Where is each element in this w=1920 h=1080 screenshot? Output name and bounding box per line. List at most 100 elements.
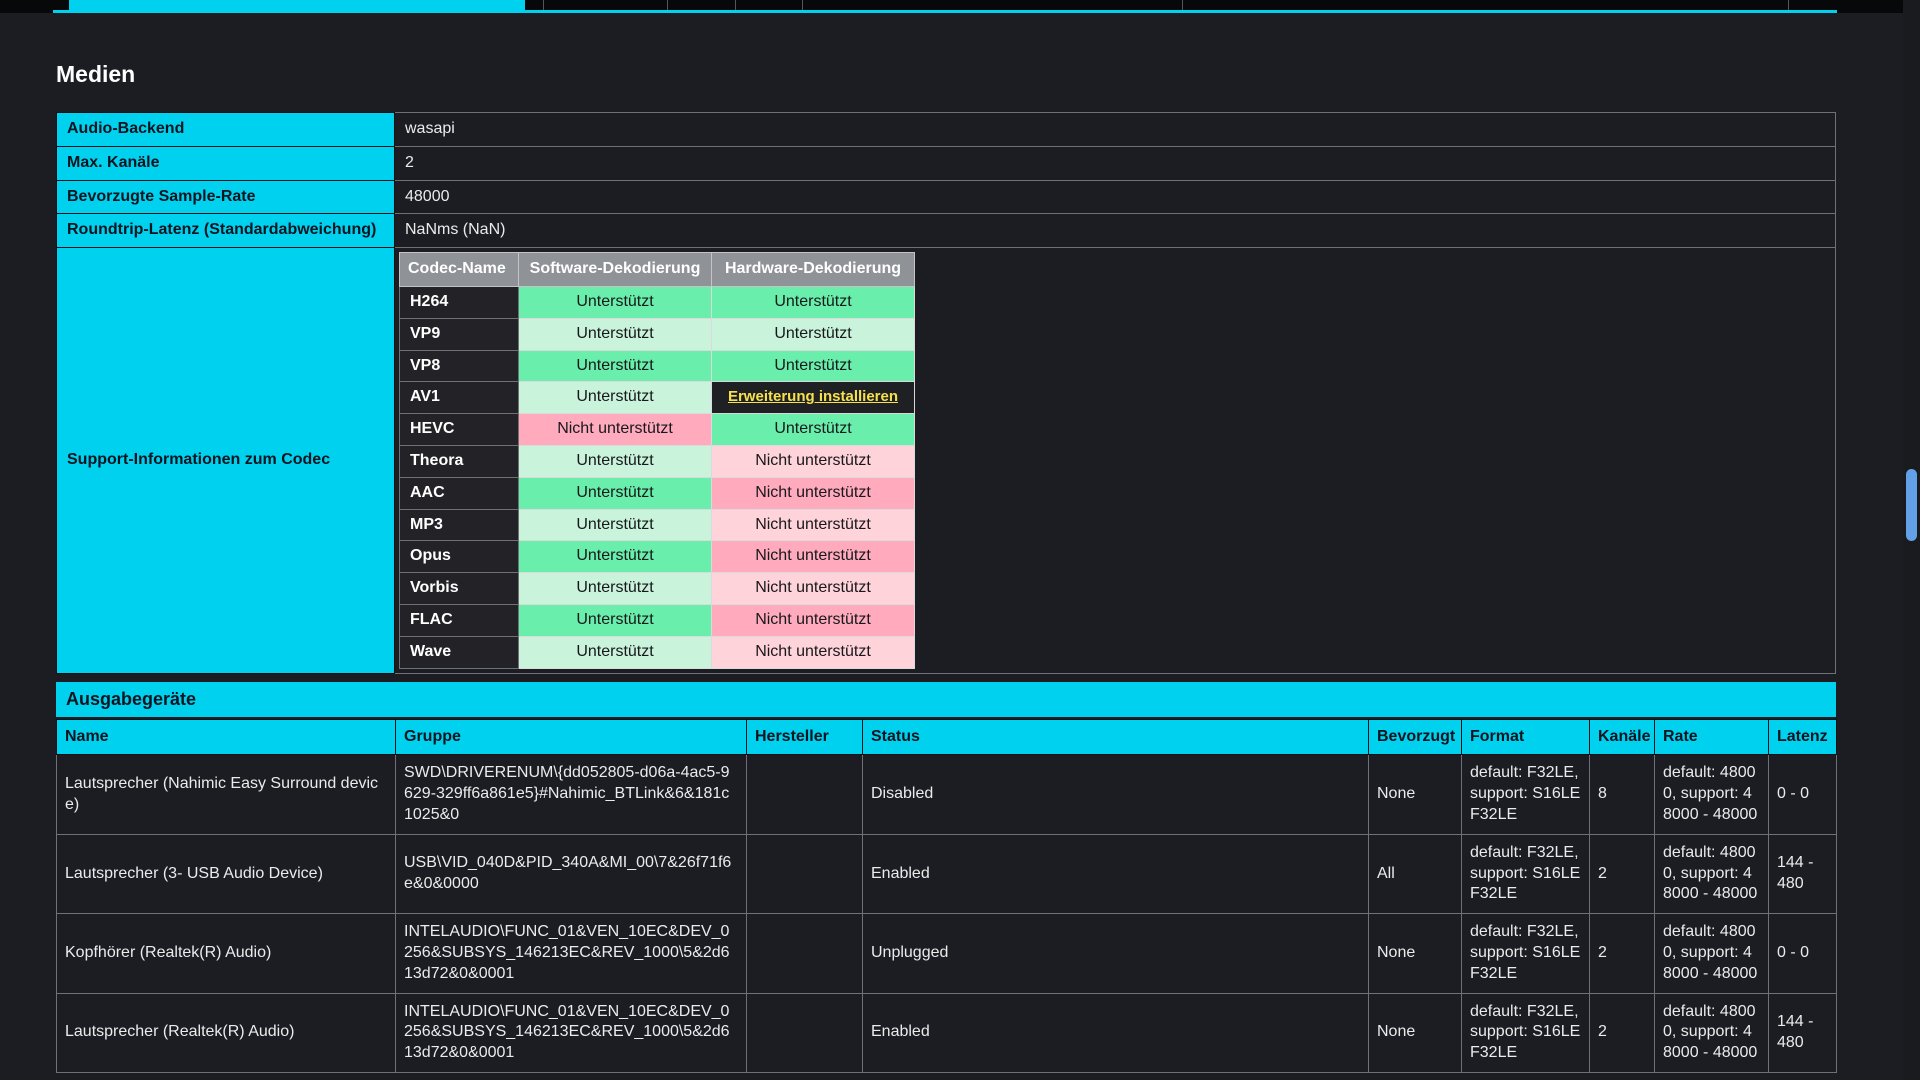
device-channels-cell: 2 <box>1590 993 1655 1072</box>
codec-name-cell: Vorbis <box>400 573 519 605</box>
codec-name-cell: HEVC <box>400 414 519 446</box>
codec-support-cell: Unterstützt <box>712 350 915 382</box>
codec-support-cell: Unterstützt <box>519 318 712 350</box>
codec-row: VorbisUnterstütztNicht unterstützt <box>400 573 915 605</box>
device-name-cell: Lautsprecher (Realtek(R) Audio) <box>57 993 396 1072</box>
codec-support-cell: Nicht unterstützt <box>712 573 915 605</box>
codec-row: WaveUnterstütztNicht unterstützt <box>400 636 915 668</box>
media-info-row: Bevorzugte Sample-Rate48000 <box>57 180 1836 214</box>
device-preferred-cell: None <box>1369 914 1462 993</box>
codec-support-cell: Unterstützt <box>519 350 712 382</box>
device-status-cell: Enabled <box>863 993 1369 1072</box>
device-row: Lautsprecher (Nahimic Easy Surround devi… <box>57 755 1837 834</box>
device-vendor-cell <box>747 993 863 1072</box>
codec-support-cell: Unterstützt <box>712 414 915 446</box>
media-info-label: Max. Kanäle <box>57 146 395 180</box>
codec-support-cell: Unterstützt <box>519 604 712 636</box>
codec-support-cell: Nicht unterstützt <box>712 604 915 636</box>
codec-support-cell: Nicht unterstützt <box>712 541 915 573</box>
tab-divider <box>1788 0 1789 10</box>
codec-support-cell: Unterstützt <box>712 318 915 350</box>
codec-support-cell: Unterstützt <box>519 382 712 414</box>
codec-support-cell: Nicht unterstützt <box>712 509 915 541</box>
device-column-header: Kanäle <box>1590 719 1655 755</box>
scrollbar-thumb[interactable] <box>1906 469 1917 541</box>
codec-row: AV1Unterstützt Erweiterung installieren <box>400 382 915 414</box>
device-row: Lautsprecher (Realtek(R) Audio)INTELAUDI… <box>57 993 1837 1072</box>
device-latency-cell: 0 - 0 <box>1769 914 1837 993</box>
device-format-cell: default: F32LE, support: S16LE F32LE <box>1462 834 1590 913</box>
codec-support-cell: Unterstützt <box>519 541 712 573</box>
output-devices-section-header: Ausgabegeräte <box>56 682 1836 717</box>
device-preferred-cell: None <box>1369 755 1462 834</box>
page-title: Medien <box>56 61 1836 88</box>
media-info-label: Audio-Backend <box>57 113 395 147</box>
codec-support-cell: Unterstützt <box>519 636 712 668</box>
device-latency-cell: 144 - 480 <box>1769 834 1837 913</box>
media-section: Medien Audio-BackendwasapiMax. Kanäle2Be… <box>56 61 1836 1073</box>
device-rate-cell: default: 48000, support: 48000 - 48000 <box>1655 914 1769 993</box>
scrollbar[interactable] <box>1903 0 1920 1080</box>
active-tab[interactable] <box>69 0 525 10</box>
codec-table-header-row: Codec-NameSoftware-DekodierungHardware-D… <box>400 253 915 287</box>
codec-support-cell: Nicht unterstützt <box>712 636 915 668</box>
media-info-row-codec: Support-Informationen zum Codec Codec-Na… <box>57 248 1836 673</box>
codec-row: AACUnterstütztNicht unterstützt <box>400 477 915 509</box>
media-info-value: wasapi <box>395 113 1836 147</box>
device-vendor-cell <box>747 834 863 913</box>
tab-divider <box>802 0 803 10</box>
codec-table-header: Hardware-Dekodierung <box>712 253 915 287</box>
device-latency-cell: 0 - 0 <box>1769 755 1837 834</box>
codec-support-cell: Nicht unterstützt <box>712 445 915 477</box>
codec-name-cell: Theora <box>400 445 519 477</box>
device-format-cell: default: F32LE, support: S16LE F32LE <box>1462 993 1590 1072</box>
codec-support-cell: Nicht unterstützt <box>519 414 712 446</box>
codec-table-header: Codec-Name <box>400 253 519 287</box>
device-vendor-cell <box>747 914 863 993</box>
codec-name-cell: Opus <box>400 541 519 573</box>
device-channels-cell: 8 <box>1590 755 1655 834</box>
device-vendor-cell <box>747 755 863 834</box>
codec-row: VP9UnterstütztUnterstützt <box>400 318 915 350</box>
device-status-cell: Disabled <box>863 755 1369 834</box>
codec-support-cell: Unterstützt <box>712 286 915 318</box>
device-column-header: Latenz <box>1769 719 1837 755</box>
codec-table-header: Software-Dekodierung <box>519 253 712 287</box>
tab-divider <box>735 0 736 10</box>
device-column-header: Name <box>57 719 396 755</box>
codec-name-cell: H264 <box>400 286 519 318</box>
codec-support-table: Codec-NameSoftware-DekodierungHardware-D… <box>399 252 915 668</box>
tab-strip-track <box>53 0 1837 13</box>
codec-name-cell: AAC <box>400 477 519 509</box>
device-name-cell: Kopfhörer (Realtek(R) Audio) <box>57 914 396 993</box>
device-group-cell: INTELAUDIO\FUNC_01&VEN_10EC&DEV_0256&SUB… <box>396 993 747 1072</box>
codec-name-cell: AV1 <box>400 382 519 414</box>
output-devices-table: NameGruppeHerstellerStatusBevorzugtForma… <box>56 719 1837 1073</box>
codec-support-cell: Unterstützt <box>519 445 712 477</box>
device-table-header-row: NameGruppeHerstellerStatusBevorzugtForma… <box>57 719 1837 755</box>
device-preferred-cell: All <box>1369 834 1462 913</box>
device-name-cell: Lautsprecher (Nahimic Easy Surround devi… <box>57 755 396 834</box>
install-extension-link[interactable]: Erweiterung installieren <box>728 388 898 405</box>
device-column-header: Rate <box>1655 719 1769 755</box>
device-column-header: Format <box>1462 719 1590 755</box>
codec-row: FLACUnterstütztNicht unterstützt <box>400 604 915 636</box>
tab-divider <box>1182 0 1183 10</box>
device-rate-cell: default: 48000, support: 48000 - 48000 <box>1655 834 1769 913</box>
media-info-label-codec: Support-Informationen zum Codec <box>57 248 395 673</box>
codec-name-cell: MP3 <box>400 509 519 541</box>
device-format-cell: default: F32LE, support: S16LE F32LE <box>1462 914 1590 993</box>
device-preferred-cell: None <box>1369 993 1462 1072</box>
codec-name-cell: VP8 <box>400 350 519 382</box>
codec-support-cell: Unterstützt <box>519 509 712 541</box>
device-format-cell: default: F32LE, support: S16LE F32LE <box>1462 755 1590 834</box>
media-info-table: Audio-BackendwasapiMax. Kanäle2Bevorzugt… <box>56 112 1836 674</box>
device-rate-cell: default: 48000, support: 48000 - 48000 <box>1655 993 1769 1072</box>
media-info-value: 2 <box>395 146 1836 180</box>
device-latency-cell: 144 - 480 <box>1769 993 1837 1072</box>
device-column-header: Hersteller <box>747 719 863 755</box>
device-column-header: Status <box>863 719 1369 755</box>
media-info-value: NaNms (NaN) <box>395 214 1836 248</box>
device-group-cell: USB\VID_040D&PID_340A&MI_00\7&26f71f6e&0… <box>396 834 747 913</box>
tab-strip <box>0 0 1903 13</box>
